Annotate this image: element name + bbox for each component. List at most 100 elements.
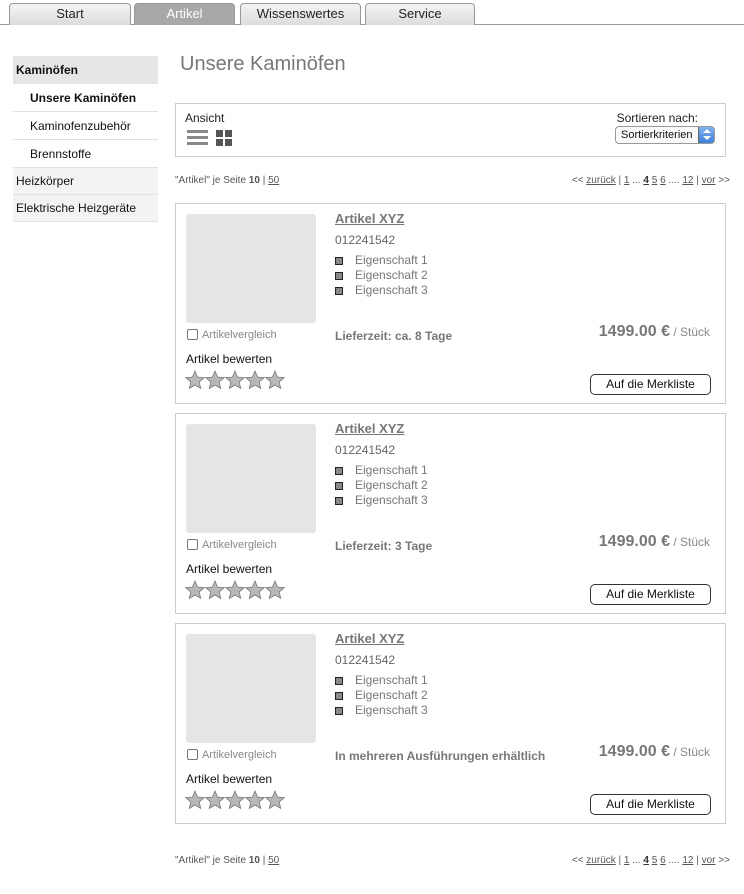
page-link[interactable]: 5: [652, 175, 658, 186]
article-number: 012241542: [335, 653, 396, 667]
tab-start[interactable]: Start: [9, 3, 131, 25]
sort-select[interactable]: Sortierkriterien: [615, 126, 715, 144]
add-to-wishlist-button[interactable]: Auf die Merkliste: [590, 584, 711, 605]
product-card: Artikelvergleich Artikel bewerten Artike…: [175, 203, 726, 404]
add-to-wishlist-button[interactable]: Auf die Merkliste: [590, 794, 711, 815]
star-icon[interactable]: [225, 580, 245, 600]
pager-separator: |: [696, 175, 699, 186]
compare-checkbox[interactable]: Artikelvergleich: [187, 749, 277, 761]
star-icon[interactable]: [265, 790, 285, 810]
next-arrows: >>: [718, 855, 730, 866]
star-rating[interactable]: [185, 580, 285, 600]
per-page-separator: |: [262, 175, 266, 186]
select-arrows-icon: [698, 127, 714, 143]
pagination-top: << zurück | 1 ... 4 5 6 .... 12 | vor >>: [572, 175, 730, 186]
per-page-current: 10: [248, 175, 260, 186]
prev-arrows: <<: [571, 855, 584, 866]
add-to-wishlist-button[interactable]: Auf die Merkliste: [590, 374, 711, 395]
star-icon[interactable]: [245, 580, 265, 600]
price: 1499.00 € / Stück: [599, 743, 710, 761]
sidebar-subitem-unsere-kaminoefen[interactable]: Unsere Kaminöfen: [13, 84, 158, 112]
star-icon[interactable]: [245, 370, 265, 390]
next-arrows: >>: [718, 175, 730, 186]
per-page-label: "Artikel" je Seite: [175, 175, 247, 186]
product-card: Artikelvergleich Artikel bewerten Artike…: [175, 413, 726, 614]
star-icon[interactable]: [225, 790, 245, 810]
star-rating[interactable]: [185, 370, 285, 390]
sidebar: Kaminöfen Unsere Kaminöfen Kaminofenzube…: [13, 56, 158, 222]
tab-service[interactable]: Service: [365, 3, 475, 25]
product-card: Artikelvergleich Artikel bewerten Artike…: [175, 623, 726, 824]
star-icon[interactable]: [265, 370, 285, 390]
page-title: Unsere Kaminöfen: [180, 53, 346, 75]
rate-label: Artikel bewerten: [186, 772, 273, 786]
main-nav: Start Artikel Wissenswertes Service: [0, 0, 744, 25]
list-view-icon[interactable]: [187, 130, 208, 146]
page-link[interactable]: 5: [652, 855, 658, 866]
sidebar-item-heizkoerper[interactable]: Heizkörper: [13, 168, 158, 195]
pager-ellipsis: ....: [668, 855, 680, 866]
product-title-link[interactable]: Artikel XYZ: [335, 631, 404, 646]
star-icon[interactable]: [205, 580, 225, 600]
price-unit: / Stück: [673, 535, 710, 549]
pager-separator: |: [618, 175, 622, 186]
page-link-current[interactable]: 4: [643, 175, 649, 186]
page-link-first[interactable]: 1: [624, 855, 630, 866]
view-sort-bar: Ansicht Sortieren nach: Sortierkriterien: [175, 103, 726, 157]
tab-artikel[interactable]: Artikel: [134, 3, 235, 25]
star-icon[interactable]: [265, 580, 285, 600]
prev-link[interactable]: zurück: [586, 175, 615, 186]
next-link[interactable]: vor: [702, 175, 716, 186]
checkbox-icon[interactable]: [187, 749, 198, 760]
star-icon[interactable]: [225, 370, 245, 390]
star-icon[interactable]: [205, 790, 225, 810]
prev-link[interactable]: zurück: [586, 855, 615, 866]
price-value: 1499.00 €: [598, 533, 670, 550]
compare-checkbox[interactable]: Artikelvergleich: [187, 539, 277, 551]
star-icon[interactable]: [245, 790, 265, 810]
page-link[interactable]: 6: [660, 855, 666, 866]
sidebar-item-elektrische-heizgeraete[interactable]: Elektrische Heizgeräte: [13, 195, 158, 222]
article-number: 012241542: [335, 233, 396, 247]
delivery-time: Lieferzeit: ca. 8 Tage: [335, 329, 453, 343]
page-link-last[interactable]: 12: [682, 175, 693, 186]
product-title-link[interactable]: Artikel XYZ: [335, 211, 404, 226]
product-title-link[interactable]: Artikel XYZ: [335, 421, 404, 436]
compare-label: Artikelvergleich: [202, 329, 277, 341]
checkbox-icon[interactable]: [187, 539, 198, 550]
product-image[interactable]: [186, 634, 316, 743]
star-icon[interactable]: [185, 790, 205, 810]
property-list: Eigenschaft 1 Eigenschaft 2 Eigenschaft 3: [335, 463, 428, 508]
compare-checkbox[interactable]: Artikelvergleich: [187, 329, 277, 341]
view-label: Ansicht: [185, 111, 225, 125]
sort-label: Sortieren nach:: [616, 111, 698, 125]
per-page-50-link[interactable]: 50: [268, 855, 279, 866]
product-image[interactable]: [186, 424, 316, 533]
product-property: Eigenschaft 3: [335, 703, 428, 718]
rate-label: Artikel bewerten: [186, 562, 273, 576]
star-icon[interactable]: [205, 370, 225, 390]
per-page-current: 10: [248, 855, 260, 866]
page-link-first[interactable]: 1: [624, 175, 630, 186]
page-link[interactable]: 6: [660, 175, 666, 186]
page-link-current[interactable]: 4: [643, 855, 649, 866]
checkbox-icon[interactable]: [187, 329, 198, 340]
next-link[interactable]: vor: [702, 855, 716, 866]
pagination-bottom: << zurück | 1 ... 4 5 6 .... 12 | vor >>: [572, 855, 730, 866]
product-property: Eigenschaft 3: [335, 493, 428, 508]
star-icon[interactable]: [185, 370, 205, 390]
star-rating[interactable]: [185, 790, 285, 810]
page-link-last[interactable]: 12: [682, 855, 693, 866]
sidebar-subitem-kaminofenzubehoer[interactable]: Kaminofenzubehör: [13, 112, 158, 140]
sidebar-item-kaminoefen[interactable]: Kaminöfen: [13, 56, 158, 84]
product-image[interactable]: [186, 214, 316, 323]
sidebar-subitem-brennstoffe[interactable]: Brennstoffe: [13, 140, 158, 168]
per-page-50-link[interactable]: 50: [268, 175, 279, 186]
per-page-top: "Artikel" je Seite 10 | 50: [175, 175, 279, 186]
grid-view-icon[interactable]: [216, 130, 232, 146]
tab-wissenswertes[interactable]: Wissenswertes: [240, 3, 361, 25]
article-number: 012241542: [335, 443, 396, 457]
pager-ellipsis: ...: [632, 855, 641, 866]
sort-select-value: Sortierkriterien: [621, 129, 693, 141]
star-icon[interactable]: [185, 580, 205, 600]
